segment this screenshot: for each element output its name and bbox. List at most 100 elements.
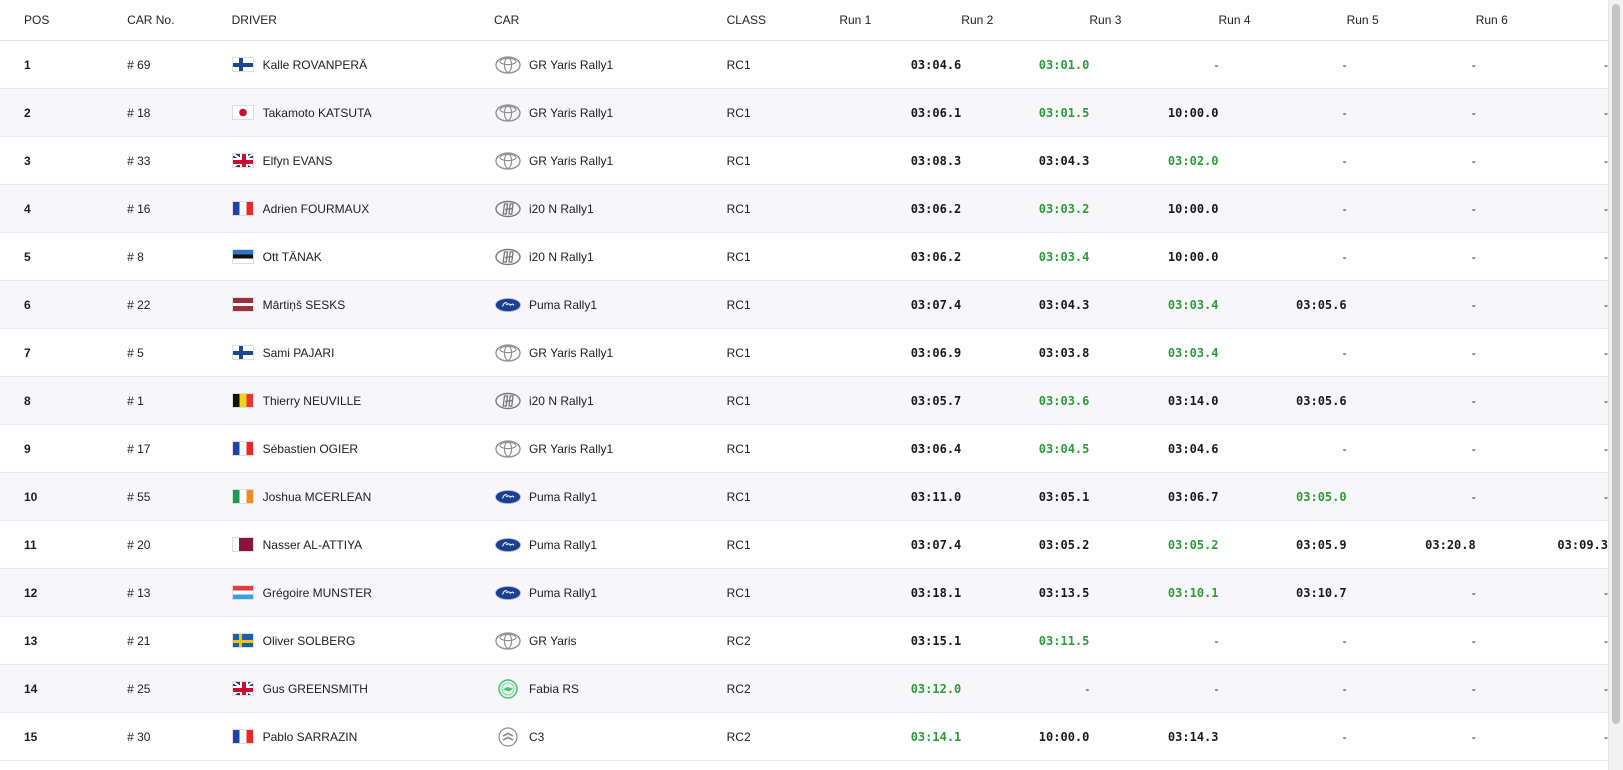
driver-name[interactable]: Elfyn EVANS [263,154,333,168]
driver-cell[interactable]: Adrien FOURMAUX [231,184,494,233]
table-row[interactable]: 11 # 20 Nasser AL-ATTIYA Puma Rally1 RC1 03:0… [0,520,1608,569]
table-row[interactable]: 14 # 25 Gus GREENSMITH Fabia RS RC2 03:12.0- -… [0,664,1608,713]
driver-name[interactable]: Takamoto KATSUTA [263,106,372,120]
car-no-cell: # 25 [127,664,232,713]
ford-logo-icon [494,487,522,507]
run-4-time: - [1218,88,1347,137]
run-2-time: 03:01.5 [961,88,1090,137]
driver-cell[interactable]: Elfyn EVANS [231,136,494,185]
driver-name[interactable]: Adrien FOURMAUX [263,202,370,216]
class-cell: RC1 [726,88,840,137]
table-row[interactable]: 3 # 33 Elfyn EVANS GR Yaris Rally1 RC1 03:08.… [0,136,1608,185]
car-model: GR Yaris Rally1 [528,153,614,168]
run-6-time: - [1475,424,1608,473]
run-5-time: - [1346,232,1476,281]
driver-cell[interactable]: Sami PAJARI [231,328,494,377]
run-3-time: 03:02.0 [1089,136,1219,185]
driver-name[interactable]: Nasser AL-ATTIYA [263,538,363,552]
run-3-time: 10:00.0 [1089,232,1219,281]
driver-cell[interactable]: Thierry NEUVILLE [231,376,494,425]
table-row[interactable]: 4 # 16 Adrien FOURMAUX i20 N Rally1 RC1 03:06… [0,184,1608,233]
france-flag-icon [231,201,254,217]
col-header-class[interactable]: CLASS [726,0,840,41]
car-cell: Puma Rally1 [493,568,727,617]
driver-name[interactable]: Oliver SOLBERG [263,634,356,648]
car-no-cell: # 17 [127,424,232,473]
driver-cell[interactable]: Nasser AL-ATTIYA [231,520,494,569]
pos-cell: 15 [0,712,128,761]
col-header-run-2[interactable]: Run 2 [961,0,1090,41]
table-row[interactable]: 8 # 1 Thierry NEUVILLE i20 N Rally1 RC1 03:05… [0,376,1608,425]
driver-name[interactable]: Kalle ROVANPERÄ [263,58,367,72]
pos-cell: 3 [0,136,128,185]
table-row[interactable]: 1 # 69 Kalle ROVANPERÄ GR Yaris Rally1 RC1 03… [0,40,1608,89]
col-header-pos[interactable]: POS [0,0,128,41]
run-5-time: - [1346,184,1476,233]
table-row[interactable]: 15 # 30 Pablo SARRAZIN C3 RC2 03:14.1 10:00.0 0… [0,712,1608,761]
run-6-time: 03:09.3 [1475,520,1608,569]
estonia-flag-icon [231,249,254,265]
table-row[interactable]: 5 # 8 Ott TÄNAK i20 N Rally1 RC1 03:06.2 03:03… [0,232,1608,281]
run-5-time: - [1346,88,1476,137]
run-5-time: - [1346,376,1476,425]
driver-name[interactable]: Gus GREENSMITH [263,682,368,696]
col-header-run-6[interactable]: Run 6 [1475,0,1608,41]
run-4-time: 03:05.6 [1218,376,1347,425]
driver-cell[interactable]: Ott TÄNAK [231,232,494,281]
driver-cell[interactable]: Oliver SOLBERG [231,616,494,665]
driver-name[interactable]: Sébastien OGIER [263,442,358,456]
driver-cell[interactable]: Mārtiņš SESKS [231,280,494,329]
col-header-run-4[interactable]: Run 4 [1218,0,1347,41]
driver-name[interactable]: Ott TÄNAK [263,250,322,264]
run-4-time: - [1218,664,1347,713]
pos-cell: 14 [0,664,128,713]
run-3-time: 03:05.2 [1089,520,1219,569]
run-2-time: 03:03.8 [961,328,1090,377]
table-row[interactable]: 12 # 13 Grégoire MUNSTER Puma Rally1 RC1 03:1… [0,568,1608,617]
car-no-cell: # 18 [127,88,232,137]
driver-name[interactable]: Pablo SARRAZIN [263,730,358,744]
run-5-time: - [1346,280,1476,329]
table-row[interactable]: 13 # 21 Oliver SOLBERG GR Yaris RC2 03:15.1 03… [0,616,1608,665]
col-header-run-5[interactable]: Run 5 [1346,0,1476,41]
driver-name[interactable]: Sami PAJARI [263,346,335,360]
col-header-run-3[interactable]: Run 3 [1089,0,1219,41]
skoda-logo-icon [494,678,522,699]
run-3-time: 10:00.0 [1089,88,1219,137]
run-4-time: - [1218,136,1347,185]
pos-cell: 8 [0,376,128,425]
scrollbar-thumb[interactable] [1612,4,1620,724]
latvia-flag-icon [231,297,254,313]
driver-cell[interactable]: Gus GREENSMITH [231,664,494,713]
driver-name[interactable]: Mārtiņš SESKS [263,298,346,312]
car-model: i20 N Rally1 [528,393,594,408]
run-2-time: 03:05.2 [961,520,1090,569]
driver-cell[interactable]: Sébastien OGIER [231,424,494,473]
run-6-time: - [1475,568,1608,617]
driver-cell[interactable]: Joshua MCERLEAN [231,472,494,521]
driver-name[interactable]: Grégoire MUNSTER [263,586,372,600]
run-6-time: - [1475,136,1608,185]
car-model: i20 N Rally1 [528,201,594,216]
col-header-driver[interactable]: DRIVER [231,0,494,41]
driver-cell[interactable]: Grégoire MUNSTER [231,568,494,617]
car-no-cell: # 16 [127,184,232,233]
table-row[interactable]: 9 # 17 Sébastien OGIER GR Yaris Rally1 RC1 03… [0,424,1608,473]
col-header-car[interactable]: CAR [493,0,727,41]
driver-cell[interactable]: Pablo SARRAZIN [231,712,494,761]
driver-cell[interactable]: Takamoto KATSUTA [231,88,494,137]
driver-name[interactable]: Joshua MCERLEAN [263,490,372,504]
col-header-run-1[interactable]: Run 1 [839,0,962,41]
table-row[interactable]: 6 # 22 Mārtiņš SESKS Puma Rally1 RC1 03:07.4 0… [0,280,1608,329]
col-header-car-no[interactable]: CAR No. [127,0,232,41]
table-row[interactable]: 7 # 5 Sami PAJARI GR Yaris Rally1 RC1 03:06.9… [0,328,1608,377]
table-row[interactable]: 10 # 55 Joshua MCERLEAN Puma Rally1 RC1 03:11… [0,472,1608,521]
vertical-scrollbar[interactable] [1608,0,1623,770]
driver-name[interactable]: Thierry NEUVILLE [263,394,362,408]
table-row[interactable]: 2 # 18 Takamoto KATSUTA GR Yaris Rally1 RC1 0… [0,88,1608,137]
class-cell: RC1 [726,568,840,617]
driver-cell[interactable]: Kalle ROVANPERÄ [231,40,494,89]
car-model: C3 [528,729,545,744]
qatar-flag-icon [231,537,254,553]
run-3-time: 03:04.6 [1089,424,1219,473]
